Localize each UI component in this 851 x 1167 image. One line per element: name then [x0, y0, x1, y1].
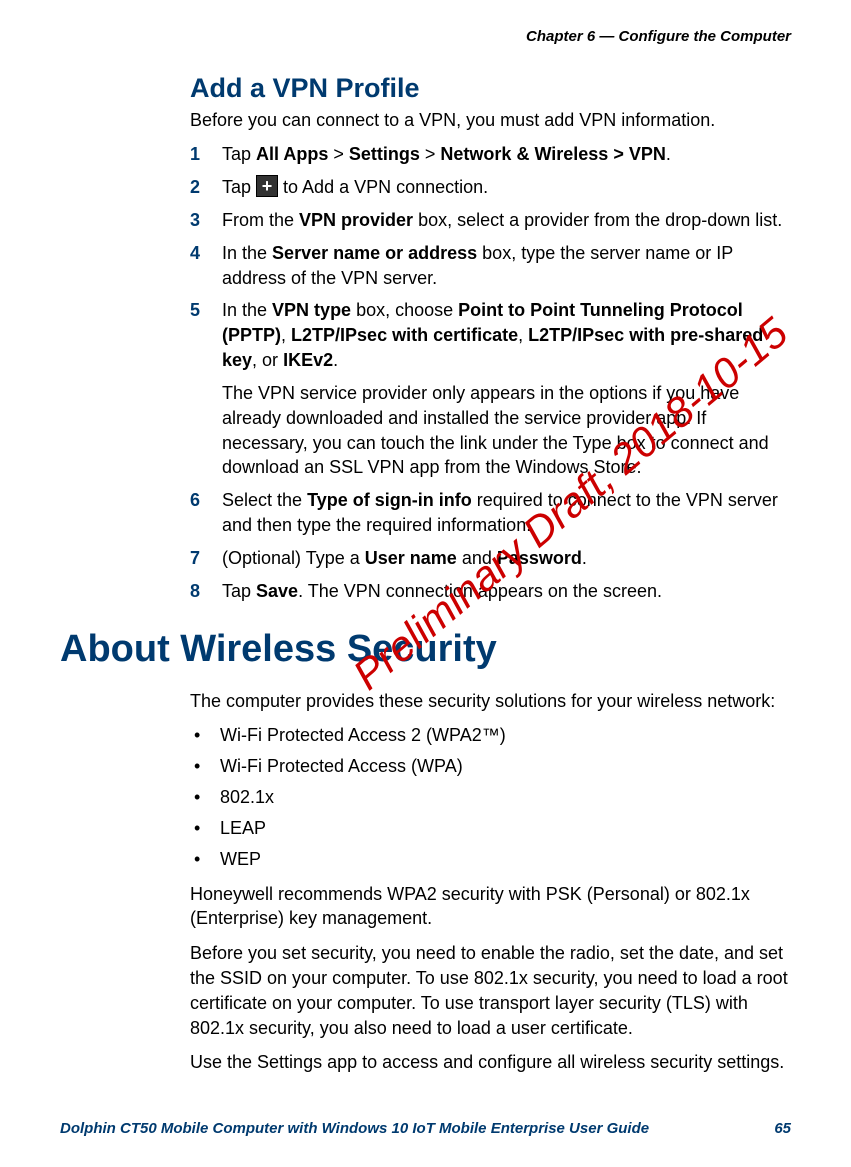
- bold: User name: [365, 548, 457, 568]
- footer: Dolphin CT50 Mobile Computer with Window…: [60, 1120, 791, 1137]
- bold: IKEv2: [283, 350, 333, 370]
- para-before-security: Before you set security, you need to ena…: [190, 941, 791, 1040]
- step-7: (Optional) Type a User name and Password…: [190, 546, 791, 571]
- bold: Type of sign-in info: [307, 490, 472, 510]
- intro-text: Before you can connect to a VPN, you mus…: [190, 108, 791, 132]
- text: Tap: [222, 144, 256, 164]
- bullet-list: Wi-Fi Protected Access 2 (WPA2™) Wi-Fi P…: [190, 723, 791, 871]
- list-item: WEP: [190, 847, 791, 872]
- para-settings-app: Use the Settings app to access and confi…: [190, 1050, 791, 1075]
- bold: All Apps: [256, 144, 328, 164]
- text: box, choose: [351, 300, 458, 320]
- text: ,: [281, 325, 291, 345]
- text: .: [666, 144, 671, 164]
- step-8: Tap Save. The VPN connection appears on …: [190, 579, 791, 604]
- text: >: [420, 144, 441, 164]
- list-item: Wi-Fi Protected Access (WPA): [190, 754, 791, 779]
- step-2: Tap + to Add a VPN connection.: [190, 175, 791, 200]
- step-3: From the VPN provider box, select a prov…: [190, 208, 791, 233]
- text: to Add a VPN connection.: [278, 177, 488, 197]
- text: >: [328, 144, 349, 164]
- list-item: Wi-Fi Protected Access 2 (WPA2™): [190, 723, 791, 748]
- footer-page-number: 65: [774, 1120, 791, 1137]
- section-title-wireless-security: About Wireless Security: [60, 628, 791, 671]
- bold: Network & Wireless > VPN: [440, 144, 665, 164]
- bold: Settings: [349, 144, 420, 164]
- step-4: In the Server name or address box, type …: [190, 241, 791, 291]
- bold: Server name or address: [272, 243, 477, 263]
- plus-icon: +: [256, 175, 278, 197]
- content-column-2: The computer provides these security sol…: [190, 689, 791, 1076]
- list-item: LEAP: [190, 816, 791, 841]
- bold: VPN type: [272, 300, 351, 320]
- para-recommend: Honeywell recommends WPA2 security with …: [190, 882, 791, 932]
- text: and: [457, 548, 497, 568]
- step-5-sub: The VPN service provider only appears in…: [222, 381, 791, 480]
- section-title-add-vpn: Add a VPN Profile: [190, 73, 791, 104]
- text: box, select a provider from the drop-dow…: [413, 210, 782, 230]
- bold: Password: [497, 548, 582, 568]
- text: , or: [252, 350, 283, 370]
- bold: VPN provider: [299, 210, 413, 230]
- step-1: Tap All Apps > Settings > Network & Wire…: [190, 142, 791, 167]
- step-5: In the VPN type box, choose Point to Poi…: [190, 298, 791, 480]
- intro-wireless: The computer provides these security sol…: [190, 689, 791, 714]
- content-column: Add a VPN Profile Before you can connect…: [190, 73, 791, 604]
- text: .: [582, 548, 587, 568]
- running-header: Chapter 6 — Configure the Computer: [60, 28, 791, 45]
- text: From the: [222, 210, 299, 230]
- bold: Save: [256, 581, 298, 601]
- text: . The VPN connection appears on the scre…: [298, 581, 662, 601]
- text: ,: [518, 325, 528, 345]
- text: In the: [222, 243, 272, 263]
- text: (Optional) Type a: [222, 548, 365, 568]
- text: Select the: [222, 490, 307, 510]
- bold: L2TP/IPsec with certificate: [291, 325, 518, 345]
- text: Tap: [222, 581, 256, 601]
- steps-list: Tap All Apps > Settings > Network & Wire…: [190, 142, 791, 603]
- step-6: Select the Type of sign-in info required…: [190, 488, 791, 538]
- list-item: 802.1x: [190, 785, 791, 810]
- text: .: [333, 350, 338, 370]
- footer-left: Dolphin CT50 Mobile Computer with Window…: [60, 1120, 649, 1137]
- text: In the: [222, 300, 272, 320]
- text: Tap: [222, 177, 256, 197]
